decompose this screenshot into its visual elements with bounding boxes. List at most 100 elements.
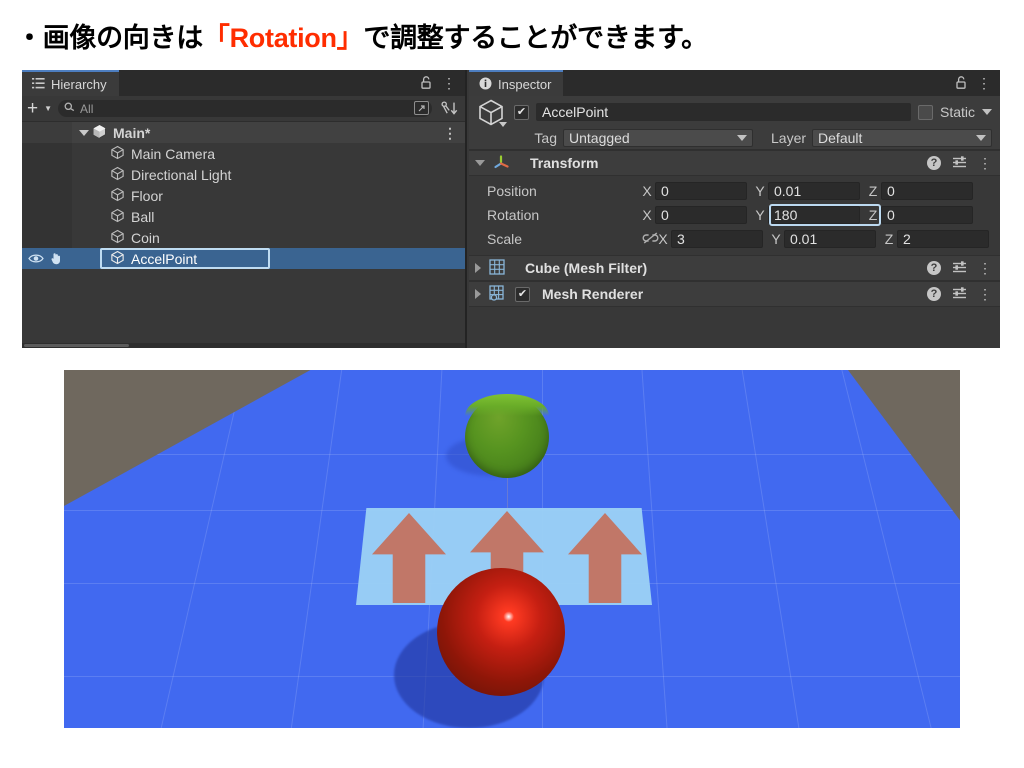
hierarchy-item-accelpoint[interactable]: AccelPoint (22, 248, 465, 269)
static-label: Static (939, 104, 975, 120)
kebab-menu-icon[interactable]: ⋮ (977, 76, 991, 90)
hierarchy-item-label: Ball (131, 208, 155, 225)
component-title: Cube (Mesh Filter) (525, 260, 648, 276)
rotation-z-field[interactable]: 0 (881, 206, 973, 224)
kebab-menu-icon[interactable]: ⋮ (978, 287, 992, 301)
tab-inspector[interactable]: Inspector (469, 70, 564, 96)
help-circle-icon[interactable]: ? (927, 287, 941, 301)
layer-dropdown[interactable]: Default (812, 129, 992, 147)
kebab-menu-icon[interactable]: ⋮ (442, 76, 456, 90)
inspector-object-header: ✔ AccelPoint Static Tag Untagged Layer D… (469, 96, 1000, 150)
row-gutter (22, 227, 72, 248)
search-placeholder: All (80, 101, 94, 116)
inspector-panel: Inspector ⋮ ✔ AccelPoint Static Tag Unta… (469, 70, 1000, 348)
position-y-field[interactable]: 0.01 (768, 182, 860, 200)
rotation-y-field[interactable]: 180 (768, 206, 860, 224)
hierarchy-tab-actions: ⋮ (421, 70, 465, 96)
open-in-new-icon[interactable] (414, 101, 429, 115)
tag-value: Untagged (569, 130, 630, 146)
tab-hierarchy[interactable]: Hierarchy (22, 70, 119, 96)
hierarchy-item-coin[interactable]: Coin (22, 227, 465, 248)
hierarchy-item-ball[interactable]: Ball (22, 206, 465, 227)
create-button[interactable]: + (27, 99, 38, 118)
chevron-down-icon[interactable] (475, 160, 485, 166)
mesh-renderer-enabled-checkbox[interactable]: ✔ (515, 286, 530, 302)
hierarchy-tabbar: Hierarchy ⋮ (22, 70, 465, 96)
object-name-field[interactable]: AccelPoint (536, 103, 911, 121)
position-x-field[interactable]: 0 (655, 182, 747, 200)
hierarchy-scrollbar[interactable] (22, 343, 465, 348)
row-gutter (22, 164, 72, 185)
axis-y-label: Y (755, 207, 765, 223)
mesh-filter-grid-icon (489, 259, 505, 277)
chevron-right-icon[interactable] (475, 289, 481, 299)
help-circle-icon[interactable]: ? (927, 261, 941, 275)
position-z-field[interactable]: 0 (881, 182, 973, 200)
static-checkbox[interactable] (917, 104, 933, 120)
tab-inspector-label: Inspector (498, 76, 552, 92)
preset-sliders-icon[interactable] (952, 286, 967, 302)
gameobject-cube-icon[interactable] (477, 98, 507, 127)
scale-y-field[interactable]: 0.01 (784, 230, 876, 248)
position-label: Position (487, 183, 537, 199)
sort-alphabetical-icon[interactable] (438, 99, 460, 119)
preset-sliders-icon[interactable] (952, 260, 967, 276)
hierarchy-scene-label: Main* (113, 124, 151, 141)
axis-z-label: Z (868, 207, 878, 223)
mesh-renderer-icon (489, 285, 505, 303)
chevron-down-icon (976, 135, 986, 141)
chevron-down-icon[interactable] (79, 129, 89, 136)
gameobject-cube-icon (110, 187, 125, 204)
grid-line (841, 370, 932, 728)
tag-dropdown[interactable]: Untagged (563, 129, 753, 147)
chevron-down-icon (737, 135, 747, 141)
search-input[interactable]: All (58, 100, 432, 117)
layer-label: Layer (771, 130, 807, 146)
scale-label: Scale (487, 231, 523, 247)
component-header-transform[interactable]: Transform ? ⋮ (469, 150, 1000, 176)
axis-z-label: Z (884, 231, 894, 247)
headline-bullet: ・ (16, 22, 43, 53)
transform-fields: Position X 0 Y 0.01 Z 0 Rotation X 0 Y 1… (469, 176, 1000, 255)
row-gutter (22, 185, 72, 206)
gameobject-cube-icon (110, 145, 125, 162)
rotation-x-field[interactable]: 0 (655, 206, 747, 224)
scale-x-field[interactable]: 3 (671, 230, 763, 248)
layer-value: Default (818, 130, 863, 146)
gameobject-cube-icon (110, 166, 125, 183)
inspector-name-row: ✔ AccelPoint Static (477, 98, 992, 127)
chevron-down-icon[interactable] (499, 122, 507, 127)
kebab-menu-icon[interactable]: ⋮ (443, 126, 457, 140)
preset-sliders-icon[interactable] (952, 155, 967, 171)
inspector-tag-layer-row: Tag Untagged Layer Default (477, 127, 992, 149)
hierarchy-item-directional-light[interactable]: Directional Light (22, 164, 465, 185)
scale-z-field[interactable]: 2 (897, 230, 989, 248)
hierarchy-scene-root[interactable]: Main* ⋮ (22, 122, 465, 143)
axis-x-label: X (658, 231, 668, 247)
component-header-mesh-filter[interactable]: Cube (Mesh Filter) ? ⋮ (469, 255, 1000, 281)
static-dropdown-chevron-icon[interactable] (982, 109, 992, 115)
hierarchy-toolbar: + ▼ All (22, 96, 465, 122)
gameobject-cube-icon (110, 208, 125, 225)
search-icon (64, 102, 75, 115)
kebab-menu-icon[interactable]: ⋮ (978, 261, 992, 275)
hierarchy-item-main-camera[interactable]: Main Camera (22, 143, 465, 164)
chevron-right-icon[interactable] (475, 263, 481, 273)
rotation-label: Rotation (487, 207, 540, 223)
component-header-mesh-renderer[interactable]: ✔ Mesh Renderer ? ⋮ (469, 281, 1000, 307)
hierarchy-item-floor[interactable]: Floor (22, 185, 465, 206)
lock-open-icon[interactable] (956, 75, 967, 91)
chevron-down-icon[interactable]: ▼ (44, 104, 52, 113)
hierarchy-item-label: Coin (131, 229, 160, 246)
hierarchy-empty-area[interactable] (22, 269, 465, 348)
help-circle-icon[interactable]: ? (927, 156, 941, 170)
kebab-menu-icon[interactable]: ⋮ (978, 156, 992, 170)
axis-y-label: Y (755, 183, 765, 199)
object-enabled-checkbox[interactable]: ✔ (514, 104, 529, 120)
hierarchy-list-icon (32, 77, 45, 91)
lock-open-icon[interactable] (421, 75, 432, 91)
component-title: Transform (530, 155, 599, 171)
grid-line (290, 370, 343, 728)
inspector-tabbar: Inspector ⋮ (469, 70, 1000, 96)
transform-position-row: Position X 0 Y 0.01 Z 0 (469, 179, 1000, 203)
